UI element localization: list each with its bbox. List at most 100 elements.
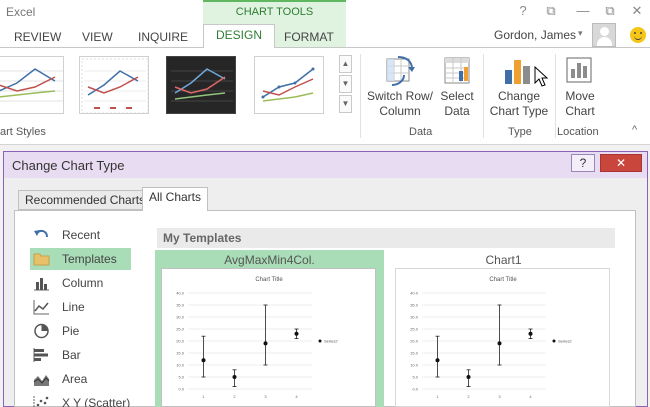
y-tick-label: 40.0 xyxy=(410,291,419,296)
chart-style-thumb-4[interactable] xyxy=(254,56,324,114)
y-tick-label: 15.0 xyxy=(176,351,185,356)
data-point xyxy=(201,358,206,363)
chart-type-label: Column xyxy=(62,276,104,290)
pie-chart-icon xyxy=(34,323,49,339)
dialog-help-button[interactable]: ? xyxy=(571,154,595,172)
data-point xyxy=(497,341,502,346)
y-tick-label: 5.0 xyxy=(412,375,418,380)
move-chart-icon[interactable] xyxy=(565,55,595,85)
data-point xyxy=(528,331,533,336)
chart-type-bar[interactable]: Bar xyxy=(30,344,131,366)
group-divider xyxy=(483,54,484,138)
y-tick-label: 30.0 xyxy=(176,315,185,320)
scatter-chart-icon xyxy=(33,396,49,407)
app-title: Excel xyxy=(6,5,36,19)
gallery-more-icon[interactable]: ▼ xyxy=(339,95,352,113)
x-tick-label: 2 xyxy=(467,394,470,399)
y-tick-label: 25.0 xyxy=(176,327,185,332)
type-group-label: Type xyxy=(508,126,532,138)
chart-type-column[interactable]: Column xyxy=(30,272,131,294)
user-name[interactable]: Gordon, James xyxy=(494,28,576,42)
chart-type-scatter[interactable]: X Y (Scatter) xyxy=(30,392,131,407)
x-tick-label: 2 xyxy=(233,394,236,399)
x-tick-label: 1 xyxy=(436,394,439,399)
chart-type-label: Area xyxy=(62,372,88,386)
chart-type-line[interactable]: Line xyxy=(30,296,131,318)
tab-recommended-charts[interactable]: Recommended Charts xyxy=(18,190,153,210)
y-tick-label: 20.0 xyxy=(176,339,185,344)
chart-type-templates[interactable]: Templates xyxy=(30,248,131,270)
tab-inquire[interactable]: INQUIRE xyxy=(138,27,188,47)
x-tick-label: 4 xyxy=(295,394,298,399)
switch-row-column-button[interactable]: Switch Row/ Column xyxy=(363,89,437,119)
area-chart-icon xyxy=(33,375,50,386)
collapse-ribbon-icon[interactable]: ^ xyxy=(632,124,637,136)
tab-review[interactable]: REVIEW xyxy=(14,27,61,47)
location-group-label: Location xyxy=(557,126,599,138)
chart-tools-header: CHART TOOLS xyxy=(203,0,346,22)
chart-type-label: Pie xyxy=(62,324,80,338)
select-data-button[interactable]: Select Data xyxy=(436,89,478,119)
chart-style-thumb-1[interactable] xyxy=(0,56,64,114)
y-tick-label: 35.0 xyxy=(176,303,185,308)
minimize-button[interactable]: — xyxy=(574,3,592,18)
y-tick-label: 10.0 xyxy=(176,363,185,368)
data-point xyxy=(263,341,268,346)
chart-title: Chart Title xyxy=(489,277,517,283)
template-card-chart1[interactable]: Chart1 Chart Title 0.0 5.0 10.0 15.0 20.0 25.0… xyxy=(389,250,618,407)
x-tick-label: 4 xyxy=(529,394,532,399)
chart-style-thumb-2[interactable] xyxy=(79,56,149,114)
chevron-down-icon[interactable]: ▾ xyxy=(578,28,583,39)
template-preview: Chart Title 0.0 5.0 10.0 15.0 20.0 25.0 30.0 35.… xyxy=(395,268,610,407)
y-tick-label: 20.0 xyxy=(410,339,419,344)
close-window-button[interactable]: ✕ xyxy=(628,3,646,19)
x-tick-label: 3 xyxy=(498,394,501,399)
template-preview: Chart Title 0.0 5.0 10.0 15.0 20.0 25.0 30.0 35.… xyxy=(161,268,376,407)
undo-arrow-icon xyxy=(34,229,48,238)
tab-all-charts[interactable]: All Charts xyxy=(142,187,209,211)
dialog-title: Change Chart Type xyxy=(12,158,125,173)
dialog-close-button[interactable]: ✕ xyxy=(600,154,642,172)
gallery-scroll-up-icon[interactable]: ▲ xyxy=(339,55,352,73)
select-data-icon[interactable] xyxy=(442,55,474,87)
y-tick-label: 40.0 xyxy=(176,291,185,296)
chart-type-label: Line xyxy=(62,300,85,314)
chart-style-thumb-3[interactable] xyxy=(166,56,236,114)
y-tick-label: 5.0 xyxy=(178,375,184,380)
chart-type-recent[interactable]: Recent xyxy=(30,224,131,246)
column-chart-icon xyxy=(34,278,49,291)
legend-marker xyxy=(552,339,556,343)
data-point xyxy=(232,375,237,379)
y-tick-label: 35.0 xyxy=(410,303,419,308)
mouse-cursor-icon xyxy=(533,65,549,88)
group-divider xyxy=(555,54,556,138)
help-button[interactable]: ? xyxy=(514,3,532,18)
data-group-label: Data xyxy=(409,126,433,138)
line-chart-icon xyxy=(33,300,49,315)
switch-row-column-icon[interactable] xyxy=(384,55,416,87)
tab-view[interactable]: VIEW xyxy=(82,27,113,47)
excel-window: Excel CHART TOOLS ? ⧉ — ⧉ ✕ REVIEW VIEW … xyxy=(0,0,650,407)
smiley-feedback-icon[interactable] xyxy=(630,27,646,43)
tab-format[interactable]: FORMAT xyxy=(284,27,334,47)
data-point xyxy=(294,331,299,336)
avatar[interactable] xyxy=(592,23,616,47)
chart-type-label: Recent xyxy=(62,228,101,242)
y-tick-label: 0.0 xyxy=(178,387,184,392)
change-chart-type-button[interactable]: Change Chart Type xyxy=(486,89,552,119)
restore-button[interactable]: ⧉ xyxy=(601,3,619,19)
chart-type-label: X Y (Scatter) xyxy=(62,396,131,407)
chart-type-pie[interactable]: Pie xyxy=(30,320,131,342)
chart-type-area[interactable]: Area xyxy=(30,368,131,390)
x-tick-label: 1 xyxy=(202,394,205,399)
gallery-scroll-down-icon[interactable]: ▼ xyxy=(339,75,352,93)
ribbon-display-options-icon[interactable]: ⧉ xyxy=(542,3,560,19)
move-chart-button[interactable]: Move Chart xyxy=(558,89,602,119)
group-divider xyxy=(360,54,361,138)
chart-type-label: Templates xyxy=(62,252,117,266)
chart-title: Chart Title xyxy=(255,277,283,283)
chart-styles-group-label: art Styles xyxy=(0,126,46,138)
change-chart-type-icon[interactable] xyxy=(503,56,533,86)
tab-design[interactable]: DESIGN xyxy=(203,24,276,48)
template-card-avgmaxmin[interactable]: AvgMaxMin4Col. Chart Title 0.0 5.0 10.0 15.0… xyxy=(155,250,384,407)
